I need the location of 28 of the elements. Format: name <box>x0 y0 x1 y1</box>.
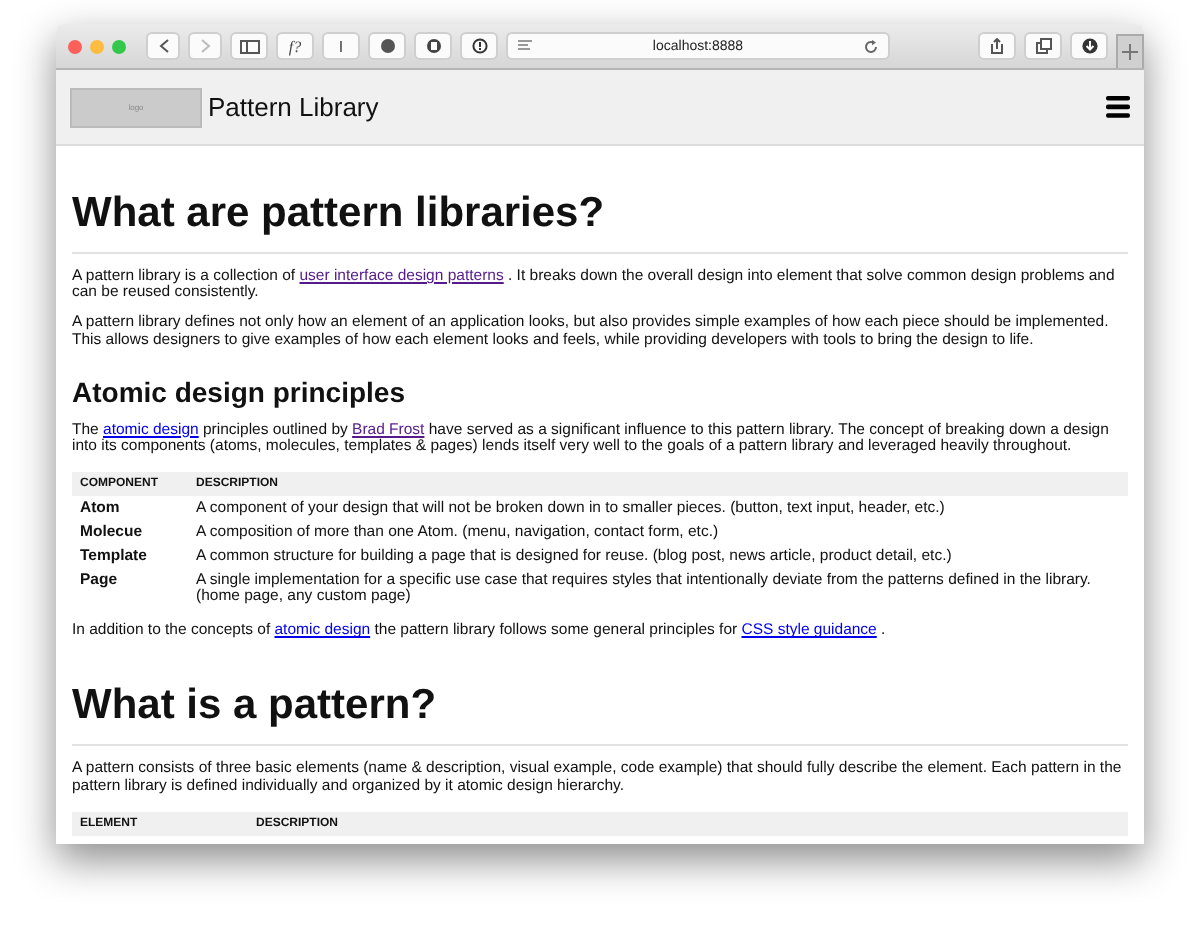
extension-button[interactable] <box>460 32 498 60</box>
download-icon <box>1081 38 1097 54</box>
circle-icon <box>379 38 395 54</box>
page-heading: What is a pattern? <box>72 682 1128 747</box>
site-title: Pattern Library <box>208 92 381 122</box>
share-button[interactable] <box>978 32 1016 60</box>
extension-button[interactable] <box>414 32 452 60</box>
sidebar-button[interactable] <box>230 32 268 60</box>
chevron-right-icon <box>199 38 211 54</box>
section-heading: Atomic design principles <box>72 375 407 408</box>
tabs-button[interactable] <box>1024 32 1062 60</box>
plus-icon <box>1122 44 1138 60</box>
tabs-icon <box>1035 38 1051 54</box>
chevron-left-icon <box>157 38 169 54</box>
share-icon <box>990 38 1004 54</box>
shield-icon <box>425 38 441 54</box>
page-heading: What are pattern libraries? <box>72 190 1128 254</box>
download-button[interactable] <box>1070 32 1108 60</box>
extension-button[interactable]: I <box>322 32 360 60</box>
info-icon <box>471 38 487 54</box>
new-tab-button[interactable] <box>1116 34 1144 68</box>
reader-icon[interactable] <box>518 40 532 52</box>
extension-button[interactable] <box>368 32 406 60</box>
reload-icon[interactable] <box>864 39 878 53</box>
menu-icon[interactable] <box>1106 96 1130 118</box>
extension-button[interactable]: f? <box>276 32 314 60</box>
sidebar-icon <box>239 39 259 53</box>
back-button[interactable] <box>146 32 180 60</box>
